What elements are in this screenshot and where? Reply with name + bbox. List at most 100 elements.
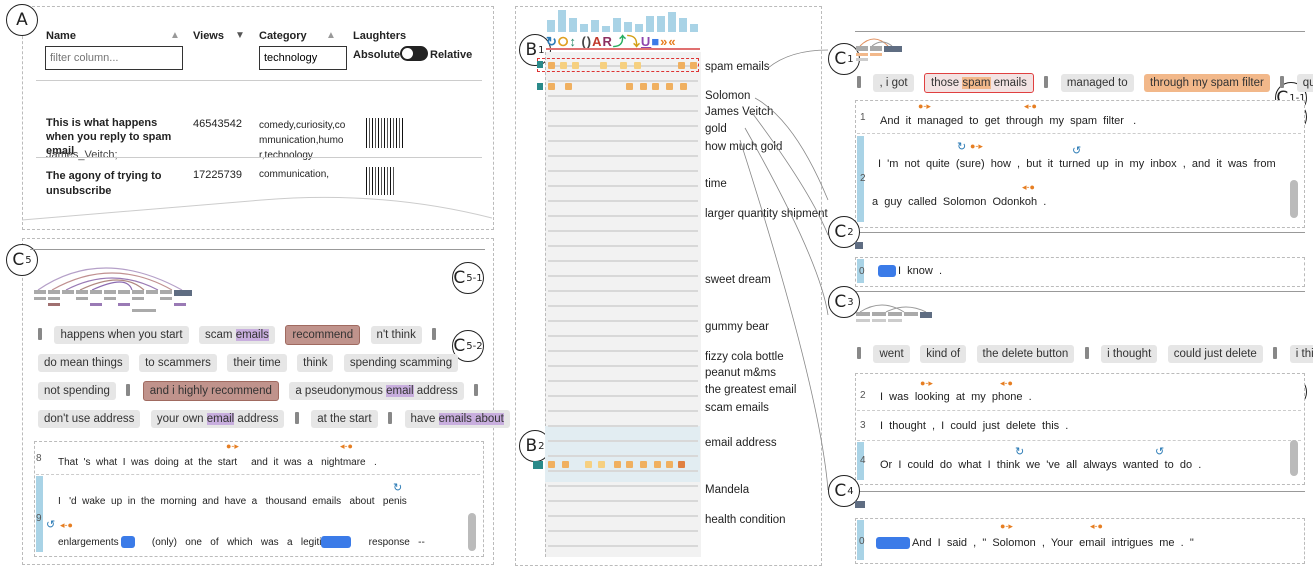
scrollbar[interactable] xyxy=(468,513,476,551)
sentence-marker[interactable] xyxy=(857,75,861,88)
sentence-marker[interactable] xyxy=(1280,75,1285,88)
c3-top-line xyxy=(855,291,1305,292)
entity-marker xyxy=(878,265,896,277)
sentence-marker[interactable] xyxy=(294,411,299,424)
underline-icon[interactable]: U xyxy=(641,34,651,49)
a-icon[interactable]: A xyxy=(592,34,602,49)
sentence-marker[interactable] xyxy=(1084,346,1089,359)
toggle-absolute-label: Absolute xyxy=(353,49,401,61)
transcript-sentence[interactable]: a guy called Solomon Odonkoh . xyxy=(872,196,1046,208)
laughter-cell xyxy=(600,62,607,69)
refresh-icon: ↻ xyxy=(957,141,967,153)
phrase-chip[interactable]: do mean things xyxy=(38,354,129,372)
sentence-number: 0 xyxy=(859,536,865,547)
transcript-sentence[interactable]: Or I could do what I think we 've all al… xyxy=(880,459,1201,471)
views-header[interactable]: Views xyxy=(193,30,224,42)
scrollbar[interactable] xyxy=(1290,440,1298,476)
phrase-chip[interactable]: could just delete xyxy=(1167,345,1263,363)
phrase-chip[interactable]: think xyxy=(297,354,334,372)
phrase-chip[interactable]: spending scamming xyxy=(343,354,459,372)
transcript-sentence[interactable]: I thought , I could just delete this . xyxy=(880,420,1068,432)
table-row[interactable]: This is what happens when you reply to s… xyxy=(36,82,482,161)
phrase-chip[interactable]: and i highly recommend xyxy=(142,381,279,401)
laughter-cell xyxy=(634,62,641,69)
laughter-cell xyxy=(548,83,555,90)
phrase-chip[interactable]: have emails about xyxy=(404,410,510,428)
phrase-chip[interactable]: their time xyxy=(227,354,287,372)
transcript-sentence[interactable]: That 's what I was doing at the start an… xyxy=(58,457,377,468)
highlight-word: spam xyxy=(962,77,991,89)
views-sort-icon[interactable]: ▼ xyxy=(235,30,245,41)
transcript-sentence[interactable]: enlargements , (only) one of which was a… xyxy=(58,537,425,548)
c5-top-line xyxy=(30,249,485,250)
scrollbar[interactable] xyxy=(1290,180,1298,218)
sentence-marker[interactable] xyxy=(474,383,479,396)
phrase-chip[interactable]: at the start xyxy=(311,410,378,428)
phrase-chip[interactable]: i think xyxy=(1289,345,1313,363)
sentence-marker[interactable] xyxy=(857,346,861,359)
transcript-sentence[interactable]: I was looking at my phone . xyxy=(880,391,1032,403)
sentence-marker[interactable] xyxy=(388,411,393,424)
transcript-sentence[interactable]: And I said , " Solomon , Your email intr… xyxy=(912,537,1194,549)
absolute-relative-toggle[interactable] xyxy=(400,46,428,61)
phrase-chip[interactable]: happens when you start xyxy=(54,326,189,344)
phrase-chip[interactable]: a pseudonymous email address xyxy=(289,382,464,400)
phrase-chip[interactable]: scam emails xyxy=(199,326,275,344)
category-header[interactable]: Category xyxy=(259,30,307,42)
refresh-icon: ↻ xyxy=(1015,446,1025,458)
refresh-icon[interactable]: ↻ xyxy=(546,34,558,49)
sentence-marker[interactable] xyxy=(126,383,131,396)
phrase-chip[interactable]: , i got xyxy=(873,74,914,92)
phrase-chip[interactable]: recommend xyxy=(285,325,361,345)
phrase-chip[interactable]: n't think xyxy=(370,326,422,344)
category-filter-input[interactable] xyxy=(259,46,347,70)
phrase-chip[interactable]: not spending xyxy=(38,382,116,400)
up-arrow-icon[interactable]: ⤴ xyxy=(613,34,627,49)
paren-icon[interactable]: () xyxy=(581,34,592,49)
transcript-sentence[interactable]: I know . xyxy=(898,265,942,277)
phrase-chip[interactable]: don't use address xyxy=(38,410,141,428)
square-icon[interactable]: ■ xyxy=(651,34,660,49)
transcript-sentence[interactable]: And it managed to get through my spam fi… xyxy=(880,115,1136,127)
sentence-marker[interactable] xyxy=(1044,75,1049,88)
c1-chip-row: , i got those spam emails managed to thr… xyxy=(857,73,1313,93)
name-filter-input[interactable] xyxy=(45,46,183,70)
name-header[interactable]: Name xyxy=(46,30,76,42)
table-fade-curve xyxy=(22,196,492,221)
down-arrow-icon[interactable]: ⤵ xyxy=(627,34,641,49)
sentence-marker[interactable] xyxy=(432,327,437,340)
talk-views: 17225739 xyxy=(193,169,242,181)
phrase-chip[interactable]: those spam emails xyxy=(924,73,1034,93)
phrase-chip[interactable]: went xyxy=(873,345,910,363)
phrase-chip[interactable]: your own email address xyxy=(150,410,285,428)
r-icon[interactable]: R xyxy=(603,34,613,49)
sentence-marker[interactable] xyxy=(38,327,42,340)
phrase-chip[interactable]: managed to xyxy=(1060,74,1134,92)
category-sort-icon[interactable]: ▲ xyxy=(326,30,336,41)
phrase-chip[interactable]: through my spam filter xyxy=(1144,74,1270,92)
phrase-chip[interactable]: to scammers xyxy=(139,354,217,372)
phrase-chip[interactable]: the delete button xyxy=(976,345,1075,363)
sentence-marker[interactable] xyxy=(1273,346,1278,359)
sentence-divider xyxy=(36,474,480,476)
updown-icon[interactable]: ↕ xyxy=(569,34,577,49)
circle-icon[interactable]: ⭘ xyxy=(558,34,569,49)
phrase-chip[interactable]: kind of xyxy=(920,345,967,363)
laughter-cell xyxy=(678,62,685,69)
orange-arrow-icon: ●-▸ xyxy=(970,141,983,151)
phrase-chip[interactable]: quite sur xyxy=(1296,74,1313,92)
refresh-icon: ↺ xyxy=(46,519,56,531)
name-sort-icon[interactable]: ▲ xyxy=(170,30,180,41)
orange-arrow-icon: ◂-● xyxy=(1022,182,1035,192)
laughter-cell xyxy=(640,83,647,90)
orange-arrow-icon: ◂-● xyxy=(1024,101,1037,111)
phrase-chip[interactable]: i thought xyxy=(1101,345,1158,363)
transcript-sentence[interactable]: I 'd wake up in the morning and have a t… xyxy=(58,496,407,507)
entity-marker xyxy=(321,536,351,548)
sentence-number: 1 xyxy=(860,112,866,123)
back-icon[interactable]: « xyxy=(668,34,676,49)
transcript-sentence[interactable]: I 'm not quite (sure) how , but it turne… xyxy=(878,158,1276,170)
laughters-header: Laughters xyxy=(353,30,407,42)
keyword-row-marker xyxy=(537,83,543,90)
c2-top-line xyxy=(855,232,1305,233)
